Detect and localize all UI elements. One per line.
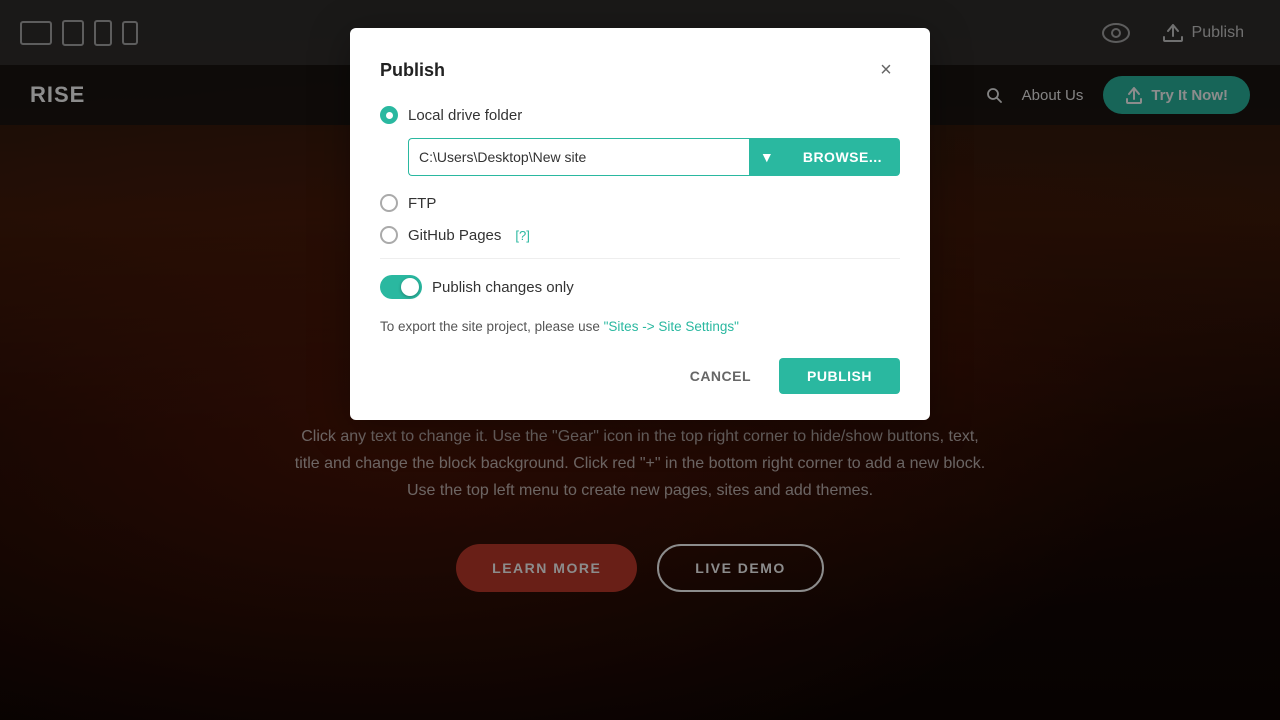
cancel-button[interactable]: CANCEL — [674, 360, 767, 392]
publish-changes-label: Publish changes only — [432, 279, 574, 296]
publish-modal: Publish × Local drive folder ▼ BROWSE...… — [350, 28, 930, 420]
github-pages-label: GitHub Pages — [408, 227, 501, 244]
site-settings-link[interactable]: "Sites -> Site Settings" — [604, 319, 739, 334]
github-pages-radio[interactable] — [380, 226, 398, 244]
github-pages-option[interactable]: GitHub Pages [?] — [380, 226, 900, 244]
export-note: To export the site project, please use "… — [380, 319, 900, 334]
modal-close-button[interactable]: × — [872, 56, 900, 84]
path-input[interactable] — [408, 138, 749, 176]
browse-button[interactable]: BROWSE... — [785, 138, 900, 176]
publish-modal-button[interactable]: PUBLISH — [779, 358, 900, 394]
export-note-text: To export the site project, please use — [380, 319, 604, 334]
local-drive-label: Local drive folder — [408, 107, 522, 124]
path-row: ▼ BROWSE... — [408, 138, 900, 176]
ftp-radio[interactable] — [380, 194, 398, 212]
ftp-option[interactable]: FTP — [380, 194, 900, 212]
path-dropdown-button[interactable]: ▼ — [749, 138, 785, 176]
modal-title: Publish — [380, 60, 445, 81]
modal-divider — [380, 258, 900, 259]
toggle-knob — [401, 278, 419, 296]
ftp-label: FTP — [408, 195, 436, 212]
modal-footer: CANCEL PUBLISH — [380, 358, 900, 394]
publish-changes-toggle[interactable] — [380, 275, 422, 299]
modal-header: Publish × — [380, 56, 900, 84]
local-drive-radio[interactable] — [380, 106, 398, 124]
local-drive-option[interactable]: Local drive folder — [380, 106, 900, 124]
github-help-icon[interactable]: [?] — [515, 228, 529, 243]
toggle-row: Publish changes only — [380, 275, 900, 299]
